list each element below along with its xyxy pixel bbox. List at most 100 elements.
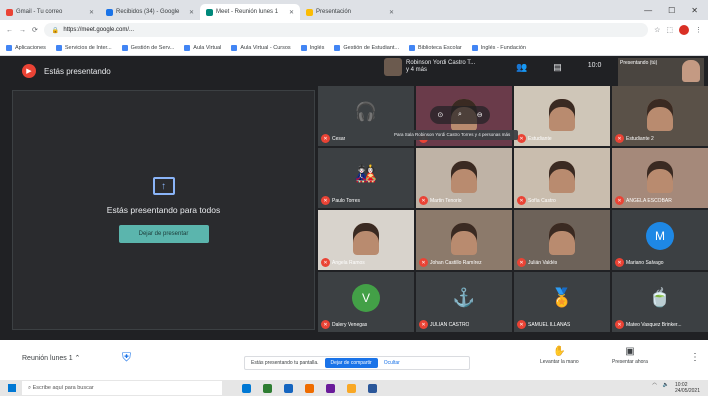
participant-grid: 🎧✕Cesar✕✕Estudiante✕Estudiante 2🎎✕Paulo … <box>318 86 708 336</box>
browser-tab[interactable]: Gmail - Tu correo ✕ <box>0 4 100 20</box>
time-icon[interactable]: 10:0 <box>588 62 602 73</box>
hand-icon: ✋ <box>553 346 566 357</box>
tab-close-icon[interactable]: ✕ <box>89 9 94 16</box>
menu-icon[interactable]: ⋮ <box>695 26 702 34</box>
participant-tile[interactable]: M ✕ Mariano Salvago <box>612 210 708 270</box>
tab-close-icon[interactable]: ✕ <box>189 9 194 16</box>
extensions-icon[interactable]: ⬚ <box>666 26 673 34</box>
shield-icon[interactable]: ⛨ <box>122 350 136 366</box>
back-icon[interactable]: ← <box>6 27 13 34</box>
participant-name: Estudiante 2 <box>626 136 654 142</box>
bookmark-label: Biblioteca Escolar <box>418 44 462 51</box>
participant-profile-image: 🍵 <box>648 287 672 308</box>
bookmark-icon <box>121 44 128 51</box>
tab-close-icon[interactable]: ✕ <box>389 9 394 16</box>
present-now-button[interactable]: ▣ Presentar ahora <box>612 346 648 365</box>
participant-tile[interactable]: 🎎 ✕ Paulo Torres <box>318 148 414 208</box>
active-speaker[interactable]: Robinson Yordi Castro T... y 4 más <box>384 58 475 76</box>
participant-tile[interactable]: ✕ Martin Tenorio <box>416 148 512 208</box>
bookmark-item[interactable]: Inglés <box>300 44 324 51</box>
participant-tile[interactable]: 🍵 ✕ Mateo Vasquez Brinker... <box>612 272 708 332</box>
speaker-name: Robinson Yordi Castro T... <box>406 60 476 66</box>
participant-tile[interactable]: ✕ Johan Castillo Ramírez <box>416 210 512 270</box>
people-icon[interactable]: 👥 <box>516 62 527 73</box>
bookmark-item[interactable]: Gestión de Serv... <box>121 44 175 51</box>
participant-name: Angela Ramos <box>332 260 365 266</box>
reload-icon[interactable]: ⟳ <box>32 26 38 34</box>
volume-icon[interactable]: 🔈 <box>663 382 669 394</box>
bookmark-item[interactable]: Aula Virtual - Cursos <box>231 44 291 51</box>
bookmark-item[interactable]: Gestión de Estudiant... <box>334 44 399 51</box>
mic-off-icon: ✕ <box>517 196 526 205</box>
maximize-icon[interactable]: ☐ <box>668 6 675 15</box>
browser-tab[interactable]: Recibidos (34) - Google ✕ <box>100 4 200 20</box>
top-toolbar: 👥 ▤ 10:0 <box>516 62 601 73</box>
mic-off-icon: ✕ <box>517 134 526 143</box>
tab-label: Recibidos (34) - Google <box>116 9 180 15</box>
mic-off-icon: ✕ <box>321 320 330 329</box>
participant-tile[interactable]: ⚓ ✕ JULIAN CASTRO <box>416 272 512 332</box>
tab-favicon-icon <box>106 8 113 16</box>
windows-start-icon[interactable] <box>8 384 16 392</box>
self-view[interactable]: Presentando (tú) <box>618 58 704 86</box>
participant-tile[interactable]: V ✕ Dalery Venegas <box>318 272 414 332</box>
self-video <box>682 60 700 82</box>
mic-off-icon: ✕ <box>321 196 330 205</box>
taskbar-app-icon[interactable] <box>368 383 377 393</box>
taskbar-app-icon[interactable] <box>242 383 251 393</box>
pin-icon[interactable]: ⊙ <box>437 111 443 119</box>
participant-avatar: M <box>646 222 674 251</box>
participant-tile[interactable]: ✕ Estudiante <box>514 86 610 146</box>
tab-close-icon[interactable]: ✕ <box>289 9 294 16</box>
chat-icon[interactable]: ▤ <box>553 62 562 73</box>
bookmark-label: Gestión de Serv... <box>130 44 175 51</box>
mic-off-icon: ✕ <box>419 258 428 267</box>
participant-tile[interactable]: ✕ Estudiante 2 <box>612 86 708 146</box>
clock[interactable]: 10:02 24/05/2021 <box>675 382 700 394</box>
bookmark-item[interactable]: Inglés - Fundación <box>471 44 526 51</box>
bookmark-icon <box>300 44 307 51</box>
hide-notice-button[interactable]: Ocultar <box>384 360 400 366</box>
participant-tile[interactable]: ✕ Julián Valdés <box>514 210 610 270</box>
participant-tile[interactable]: ✕ Sofía Castro <box>514 148 610 208</box>
bookmark-icon <box>409 44 416 51</box>
mic-off-icon: ✕ <box>517 258 526 267</box>
more-options-icon[interactable]: ⋮ <box>690 352 700 363</box>
meeting-details[interactable]: Reunión lunes 1 ⌃ <box>22 354 80 362</box>
wifi-icon[interactable]: ◠ <box>652 382 656 394</box>
taskbar-app-icon[interactable] <box>347 383 356 393</box>
participant-tile[interactable]: 🏅 ✕ SAMUEL ILLANAS <box>514 272 610 332</box>
bookmark-item[interactable]: Aplicaciones <box>6 44 46 51</box>
profile-icon[interactable] <box>679 25 689 35</box>
taskbar-app-icon[interactable] <box>284 383 293 393</box>
stop-presenting-button[interactable]: Dejar de presentar <box>118 225 209 243</box>
bookmark-item[interactable]: Aula Virtual <box>184 44 221 51</box>
close-icon[interactable]: ✕ <box>691 6 698 15</box>
tab-label: Presentación <box>316 9 352 15</box>
tile-tooltip: Para Sala Robinson Yordi Castro Torres y… <box>390 130 518 140</box>
browser-tab[interactable]: Meet - Reunión lunes 1 ✕ <box>200 4 300 20</box>
omnibox[interactable]: 🔒 https://meet.google.com/... <box>43 23 649 37</box>
bookmark-label: Servicios de Inter... <box>64 44 112 51</box>
zoom-icon[interactable]: ⌕ <box>458 111 462 119</box>
bookmark-item[interactable]: Biblioteca Escolar <box>409 44 462 51</box>
participant-name: JULIAN CASTRO <box>430 322 470 328</box>
browser-tab[interactable]: Presentación ✕ <box>300 4 400 20</box>
lock-icon: 🔒 <box>51 27 60 34</box>
bookmark-icon <box>231 44 238 51</box>
taskbar-app-icon[interactable] <box>305 383 314 393</box>
taskbar-search[interactable]: ⌕ Escribe aquí para buscar <box>22 381 222 395</box>
star-icon[interactable]: ☆ <box>654 26 660 34</box>
bookmark-item[interactable]: Servicios de Inter... <box>55 44 112 51</box>
participant-tile[interactable]: ✕ ANGELA ESCOBAR <box>612 148 708 208</box>
raise-hand-button[interactable]: ✋ Levantar la mano <box>540 346 579 365</box>
chevron-up-icon: ⌃ <box>74 355 81 362</box>
stop-sharing-button[interactable]: Dejar de compartir <box>324 358 378 368</box>
taskbar-app-icon[interactable] <box>263 383 272 393</box>
address-bar-row: ← → ⟳ 🔒 https://meet.google.com/... ☆ ⬚ … <box>0 20 708 40</box>
remove-icon[interactable]: ⊖ <box>477 111 483 119</box>
taskbar-app-icon[interactable] <box>326 383 335 393</box>
participant-tile[interactable]: ✕ Angela Ramos <box>318 210 414 270</box>
minimize-icon[interactable]: — <box>644 6 652 15</box>
forward-icon[interactable]: → <box>19 27 26 34</box>
